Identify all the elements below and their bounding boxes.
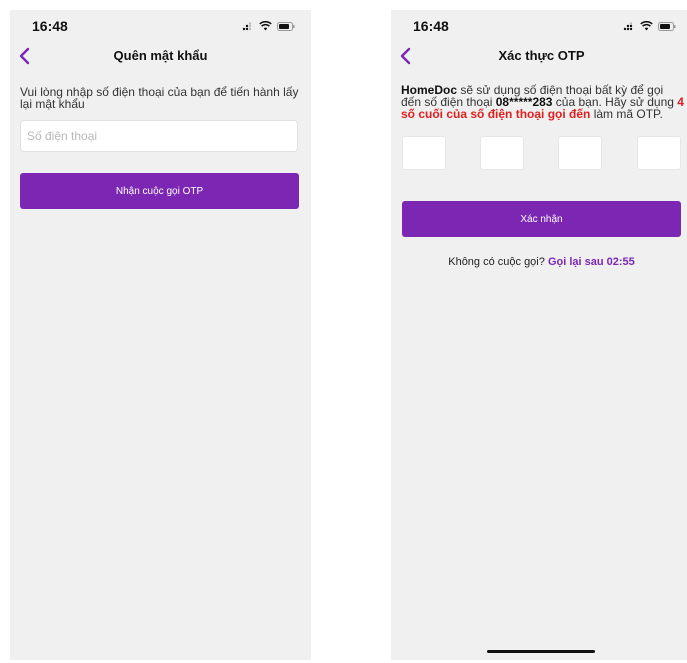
wifi-icon — [640, 21, 653, 31]
otp-digit-2[interactable] — [480, 136, 524, 170]
phone-number-input[interactable] — [20, 120, 298, 152]
otp-digit-3[interactable] — [558, 136, 602, 170]
status-icons — [623, 21, 676, 31]
otp-digit-4[interactable] — [637, 136, 681, 170]
status-bar: 16:48 — [10, 10, 311, 44]
otp-digit-1[interactable] — [402, 136, 446, 170]
instruction-part: làm mã OTP. — [590, 107, 663, 121]
cellular-signal-icon — [242, 21, 252, 30]
request-otp-call-button[interactable]: Nhận cuộc gọi OTP — [20, 173, 299, 209]
otp-verification-screen: 16:48 Xác thực OTP HomeDoc sẽ sử dụng số… — [391, 10, 687, 660]
resend-row: Không có cuộc gọi? Gọi lại sau 02:55 — [391, 256, 687, 268]
home-indicator — [487, 650, 595, 653]
status-time: 16:48 — [413, 18, 449, 34]
forgot-password-screen: 16:48 Quên mật khẩu Vui lòng nhập số điệ… — [10, 10, 311, 660]
page-title: Quên mật khẩu — [113, 48, 208, 63]
nav-bar: Quên mật khẩu — [10, 44, 311, 72]
battery-icon — [277, 21, 295, 31]
confirm-button[interactable]: Xác nhận — [402, 201, 681, 237]
wifi-icon — [259, 21, 272, 31]
battery-icon — [658, 21, 676, 31]
status-bar: 16:48 — [391, 10, 687, 44]
otp-instruction-text: HomeDoc sẽ sử dụng số điện thoại bất kỳ … — [401, 84, 686, 120]
status-icons — [242, 21, 295, 31]
nav-bar: Xác thực OTP — [391, 44, 687, 72]
page-title: Xác thực OTP — [498, 48, 585, 63]
cellular-signal-icon — [623, 21, 633, 30]
no-call-prompt: Không có cuộc gọi? — [448, 256, 545, 268]
retry-call-link[interactable]: Gọi lại sau 02:55 — [548, 256, 635, 268]
instruction-text: Vui lòng nhập số điện thoại của bạn để t… — [20, 85, 299, 111]
status-time: 16:48 — [32, 18, 68, 34]
